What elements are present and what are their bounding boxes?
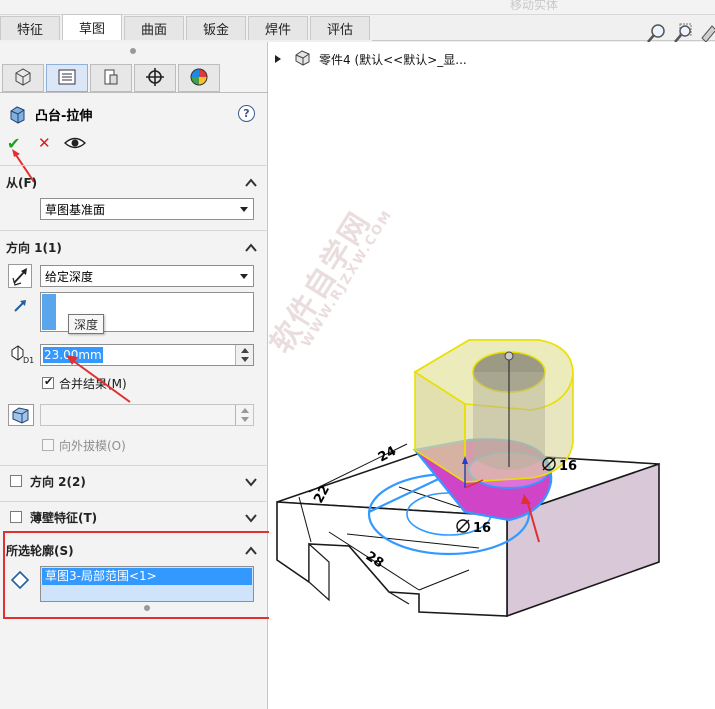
- draft-toggle-button[interactable]: [8, 404, 34, 426]
- section-contours-header[interactable]: 所选轮廓(S): [6, 537, 262, 563]
- previous-view-icon[interactable]: [698, 22, 715, 44]
- cancel-button[interactable]: ✕: [38, 134, 51, 152]
- contour-list-item[interactable]: 草图3-局部范围<1>: [42, 568, 252, 585]
- tab-weldments[interactable]: 焊件: [248, 16, 308, 40]
- zoom-area-icon[interactable]: [672, 22, 694, 44]
- depth-spinner[interactable]: [235, 345, 253, 365]
- draft-icon: [12, 407, 29, 424]
- dropdown-arrow-icon: [240, 274, 248, 279]
- tab-label: 钣金: [202, 23, 229, 38]
- section-direction1-header[interactable]: 方向 1(1): [6, 234, 262, 260]
- from-select-value: 草图基准面: [45, 202, 106, 217]
- tab-divider: [0, 92, 268, 93]
- spin-arrows-icon: [241, 408, 249, 422]
- section-direction2-header[interactable]: 方向 2(2): [30, 468, 230, 494]
- expand-chevron-icon[interactable]: [245, 512, 257, 524]
- annotation-arrow-depth: [66, 355, 131, 403]
- appearance-pie-icon: [189, 67, 209, 90]
- tab-property-manager[interactable]: [46, 64, 88, 92]
- collapse-chevron-icon[interactable]: [245, 177, 257, 189]
- help-icon[interactable]: ?: [238, 105, 255, 122]
- tab-label: 评估: [326, 23, 353, 38]
- divider: [0, 501, 268, 502]
- tab-sketch[interactable]: 草图: [62, 14, 122, 40]
- tab-surfaces[interactable]: 曲面: [124, 16, 184, 40]
- zoom-to-fit-icon[interactable]: [645, 22, 667, 44]
- merge-result-checkbox[interactable]: [42, 375, 54, 389]
- section-thin-header[interactable]: 薄壁特征(T): [30, 504, 230, 530]
- draft-angle-input[interactable]: [40, 404, 254, 426]
- selection-focus-bar: [42, 294, 56, 330]
- panel-grip[interactable]: [144, 605, 150, 611]
- contour-list[interactable]: 草图3-局部范围<1>: [40, 566, 254, 602]
- faded-toolbar-label: 移动实体: [510, 0, 559, 12]
- thin-feature-checkbox[interactable]: [10, 511, 22, 523]
- feature-tree-icon: [12, 67, 34, 90]
- property-list-icon: [57, 68, 77, 89]
- draft-outward-label: 向外拔模(O): [59, 439, 126, 453]
- graphics-area[interactable]: 零件4 (默认<<默认>_显... 软件自学网 WWW.RJZXW.COM 24…: [264, 42, 715, 709]
- svg-text:16: 16: [473, 521, 491, 536]
- depth-d1-icon: D1: [10, 344, 34, 365]
- crosshair-icon: [145, 67, 165, 90]
- section-contours-label: 所选轮廓(S): [6, 543, 74, 558]
- panel-grip[interactable]: [130, 48, 136, 54]
- section-from-header[interactable]: 从(F): [6, 169, 262, 195]
- collapse-chevron-icon[interactable]: [245, 545, 257, 557]
- preview-eye-icon[interactable]: [63, 135, 87, 151]
- expand-chevron-icon[interactable]: [245, 476, 257, 488]
- tab-evaluate[interactable]: 评估: [310, 16, 370, 40]
- spin-arrows-icon: [241, 348, 249, 362]
- section-thin-label: 薄壁特征(T): [30, 510, 98, 525]
- from-select[interactable]: 草图基准面: [40, 198, 254, 220]
- ribbon-remnant: [0, 0, 715, 15]
- configuration-icon: [101, 67, 121, 90]
- draft-outward-checkbox[interactable]: [42, 439, 54, 451]
- end-condition-value: 给定深度: [45, 269, 94, 284]
- tab-feature-manager[interactable]: [2, 64, 44, 92]
- tab-configuration-manager[interactable]: [90, 64, 132, 92]
- feature-title: 凸台-拉伸: [35, 109, 93, 124]
- tab-features[interactable]: 特征: [0, 16, 60, 40]
- svg-text:D1: D1: [23, 356, 34, 364]
- section-direction1-label: 方向 1(1): [6, 240, 62, 255]
- tab-display-manager[interactable]: [178, 64, 220, 92]
- tab-label: 特征: [16, 23, 43, 38]
- model-3d-view[interactable]: 24 22 28 16 16: [269, 42, 715, 709]
- direction2-checkbox[interactable]: [10, 475, 22, 487]
- collapse-chevron-icon[interactable]: [245, 242, 257, 254]
- divider: [0, 230, 268, 231]
- property-manager: 凸台-拉伸 ? ✔ ✕ 从(F) 草图基准面 方向 1(1) 给定深度 深度 D…: [0, 42, 271, 709]
- tab-label: 草图: [78, 22, 105, 37]
- reverse-direction-button[interactable]: [8, 264, 32, 288]
- dropdown-arrow-icon: [240, 207, 248, 212]
- section-direction2-label: 方向 2(2): [30, 474, 86, 489]
- tab-label: 曲面: [140, 23, 167, 38]
- end-condition-select[interactable]: 给定深度: [40, 265, 254, 287]
- slot-wall: [308, 542, 330, 602]
- direction-vector-icon: [12, 298, 28, 314]
- depth-tooltip: 深度: [68, 314, 105, 334]
- divider: [0, 465, 268, 466]
- tab-label: 焊件: [264, 23, 291, 38]
- tab-dimxpert[interactable]: [134, 64, 176, 92]
- draft-spinner[interactable]: [235, 405, 253, 425]
- contour-diamond-icon: [10, 570, 30, 590]
- section-from-label: 从(F): [6, 175, 38, 190]
- boss-extrude-icon: [8, 104, 28, 124]
- divider: [0, 165, 268, 166]
- tab-sheet-metal[interactable]: 钣金: [186, 16, 246, 40]
- reverse-direction-icon: [12, 268, 27, 286]
- svg-text:16: 16: [559, 459, 577, 474]
